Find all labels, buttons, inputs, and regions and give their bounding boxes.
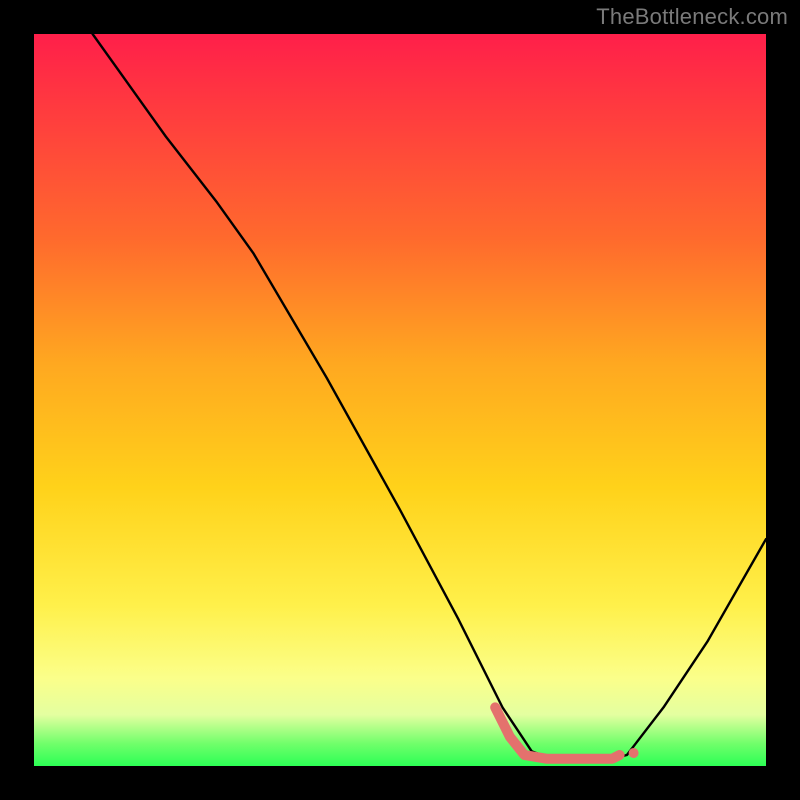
curve-path xyxy=(93,34,766,762)
plot-area xyxy=(34,34,766,766)
chart-svg xyxy=(34,34,766,766)
chart-frame: TheBottleneck.com xyxy=(0,0,800,800)
highlight-path xyxy=(495,707,619,758)
highlight-end-dot xyxy=(629,748,639,758)
watermark-text: TheBottleneck.com xyxy=(596,4,788,30)
